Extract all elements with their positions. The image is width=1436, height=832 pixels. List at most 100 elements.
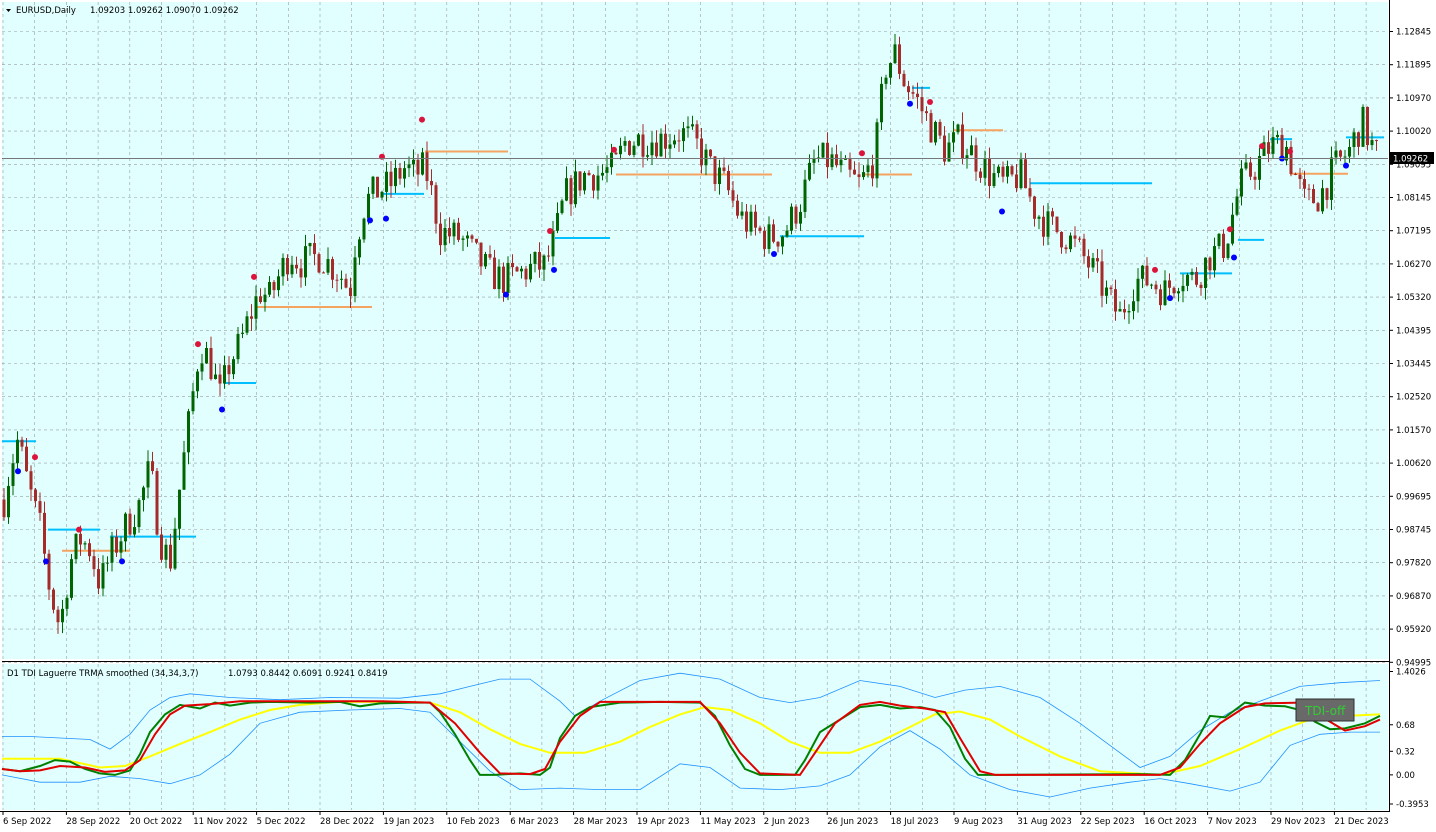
bear-candle: [1078, 238, 1081, 240]
bear-candle: [848, 158, 852, 170]
bull-candle: [1321, 188, 1324, 212]
bear-candle: [38, 501, 42, 513]
tdi-off-label: TDI-off: [1304, 704, 1346, 718]
bear-candle: [722, 167, 726, 171]
bear-candle: [1267, 142, 1270, 154]
bear-candle: [664, 133, 667, 149]
bull-candle: [1370, 140, 1374, 146]
bear-candle: [1033, 196, 1036, 219]
bull-candle: [245, 316, 249, 333]
sell-signal-dot: [1227, 226, 1233, 233]
bull-candle: [583, 172, 586, 191]
sell-signal-dot: [195, 341, 201, 348]
bear-candle: [155, 471, 159, 535]
bear-candle: [115, 536, 118, 553]
indicator-level-label: -0.3953: [1396, 800, 1429, 810]
bear-candle: [502, 266, 505, 293]
bull-candle: [232, 359, 235, 375]
time-label: 6 Sep 2022: [3, 817, 51, 827]
indicator-level-label: 1.4026: [1396, 668, 1426, 678]
bull-candle: [1226, 243, 1230, 259]
bear-candle: [286, 257, 289, 275]
bull-candle: [461, 238, 465, 240]
bear-candle: [1145, 265, 1149, 286]
bull-candle: [970, 145, 973, 156]
bear-candle: [655, 142, 658, 157]
bear-candle: [587, 172, 591, 176]
bull-candle: [133, 527, 136, 535]
bull-candle: [1132, 301, 1135, 312]
bull-candle: [1105, 287, 1108, 296]
buy-signal-dot: [1343, 162, 1349, 169]
bull-candle: [70, 559, 73, 598]
bull-candle: [1334, 150, 1338, 158]
bear-candle: [938, 122, 942, 136]
bear-candle: [1073, 235, 1077, 239]
buy-signal-dot: [771, 250, 777, 257]
bear-candle: [151, 461, 154, 472]
bull-candle: [146, 461, 150, 488]
bull-candle: [749, 211, 753, 232]
bull-candle: [785, 230, 789, 237]
bear-candle: [434, 185, 438, 224]
price-label: 1.11895: [1396, 61, 1431, 71]
time-label: 11 Nov 2022: [193, 817, 247, 827]
bear-candle: [1303, 179, 1306, 189]
bull-candle: [268, 282, 271, 295]
bull-candle: [353, 257, 357, 297]
bull-candle: [1069, 235, 1072, 250]
price-label: 1.04395: [1396, 326, 1431, 336]
bear-candle: [1055, 216, 1059, 232]
bear-candle: [1015, 174, 1018, 189]
bear-candle: [470, 235, 474, 239]
bear-candle: [1154, 284, 1158, 290]
bear-candle: [925, 111, 928, 114]
bull-candle: [560, 200, 564, 214]
bear-candle: [92, 556, 96, 570]
bear-candle: [988, 159, 991, 186]
buy-signal-dot: [1167, 295, 1173, 302]
bull-candle: [7, 485, 10, 518]
bull-candle: [565, 178, 568, 201]
bull-candle: [1190, 271, 1194, 275]
time-label: 26 Jun 2023: [827, 817, 878, 827]
bull-candle: [241, 332, 244, 334]
buy-signal-dot: [999, 208, 1005, 215]
bull-candle: [803, 179, 807, 212]
bear-candle: [731, 190, 735, 201]
sell-signal-dot: [1152, 266, 1158, 273]
bear-candle: [758, 227, 762, 231]
bear-candle: [709, 149, 712, 157]
bull-candle: [254, 296, 258, 319]
time-label: 11 May 2023: [700, 817, 755, 827]
bull-candle: [443, 227, 447, 246]
bull-candle: [106, 562, 109, 564]
sell-signal-dot: [927, 99, 933, 106]
bear-candle: [1316, 203, 1320, 212]
time-label: 5 Dec 2022: [257, 817, 306, 827]
buy-signal-dot: [503, 291, 509, 298]
bear-candle: [943, 135, 946, 162]
bull-candle: [1348, 147, 1351, 157]
bull-candle: [889, 63, 892, 78]
price-label: 0.99695: [1396, 492, 1431, 502]
bear-candle: [56, 609, 60, 623]
bear-candle: [1159, 289, 1162, 306]
bear-candle: [1357, 132, 1360, 147]
sell-signal-dot: [251, 273, 257, 280]
bear-candle: [475, 238, 478, 243]
bull-candle: [718, 167, 721, 185]
bear-candle: [227, 365, 231, 375]
bear-candle: [907, 86, 910, 93]
bear-candle: [1249, 162, 1252, 177]
bull-candle: [866, 165, 870, 173]
bull-candle: [650, 142, 654, 156]
bear-candle: [1222, 233, 1225, 259]
bear-candle: [614, 152, 618, 155]
bear-candle: [416, 159, 420, 175]
trading-chart[interactable]: 1.128451.118951.109701.100201.090951.081…: [0, 0, 1436, 832]
price-label: 0.95920: [1396, 625, 1431, 635]
bull-candle: [362, 218, 366, 240]
bull-candle: [844, 158, 847, 160]
indicator-area[interactable]: [2, 664, 1388, 810]
